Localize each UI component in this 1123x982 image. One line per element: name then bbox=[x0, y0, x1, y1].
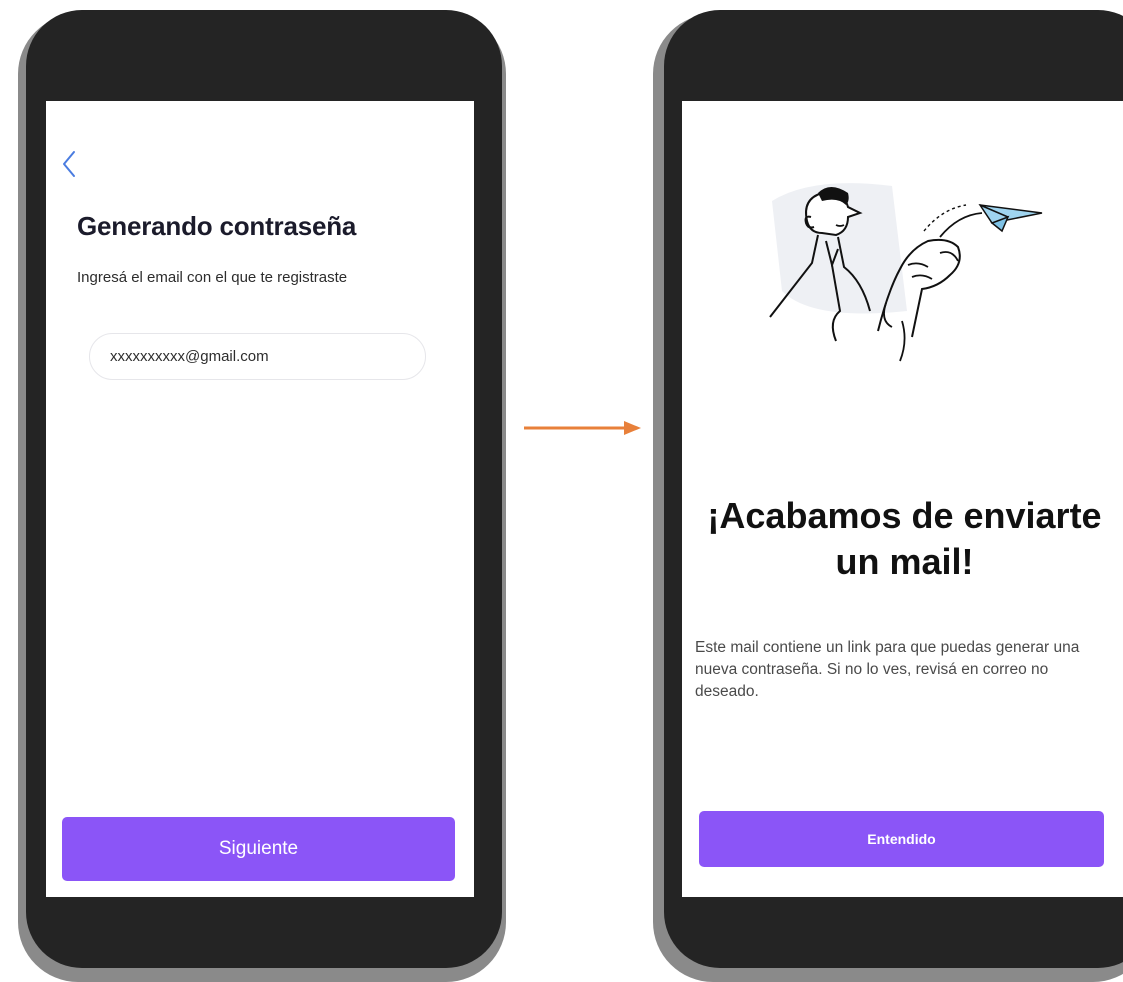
next-button[interactable]: Siguiente bbox=[62, 817, 455, 881]
page-subtitle: Ingresá el email con el que te registras… bbox=[77, 269, 348, 286]
phone-frame-left: Generando contraseña Ingresá el email co… bbox=[26, 10, 502, 968]
email-sent-screen: ¡Acabamos de enviarte un mail! Este mail… bbox=[682, 101, 1123, 897]
confirmation-title-line2: un mail! bbox=[835, 541, 974, 582]
email-field[interactable] bbox=[89, 333, 426, 380]
understood-button[interactable]: Entendido bbox=[699, 811, 1104, 867]
confirmation-title-line1: ¡Acabamos de enviarte bbox=[707, 495, 1102, 536]
page-title: Generando contraseña bbox=[77, 211, 357, 241]
chevron-left-icon[interactable] bbox=[60, 149, 80, 179]
paper-plane-illustration bbox=[769, 183, 1043, 362]
confirmation-message: Este mail contiene un link para que pued… bbox=[695, 639, 1080, 700]
arrow-right-icon bbox=[524, 421, 641, 435]
confirmation-title: ¡Acabamos de enviarte un mail! bbox=[692, 493, 1117, 585]
phone-frame-right: ¡Acabamos de enviarte un mail! Este mail… bbox=[664, 10, 1123, 968]
password-reset-screen: Generando contraseña Ingresá el email co… bbox=[46, 101, 474, 897]
